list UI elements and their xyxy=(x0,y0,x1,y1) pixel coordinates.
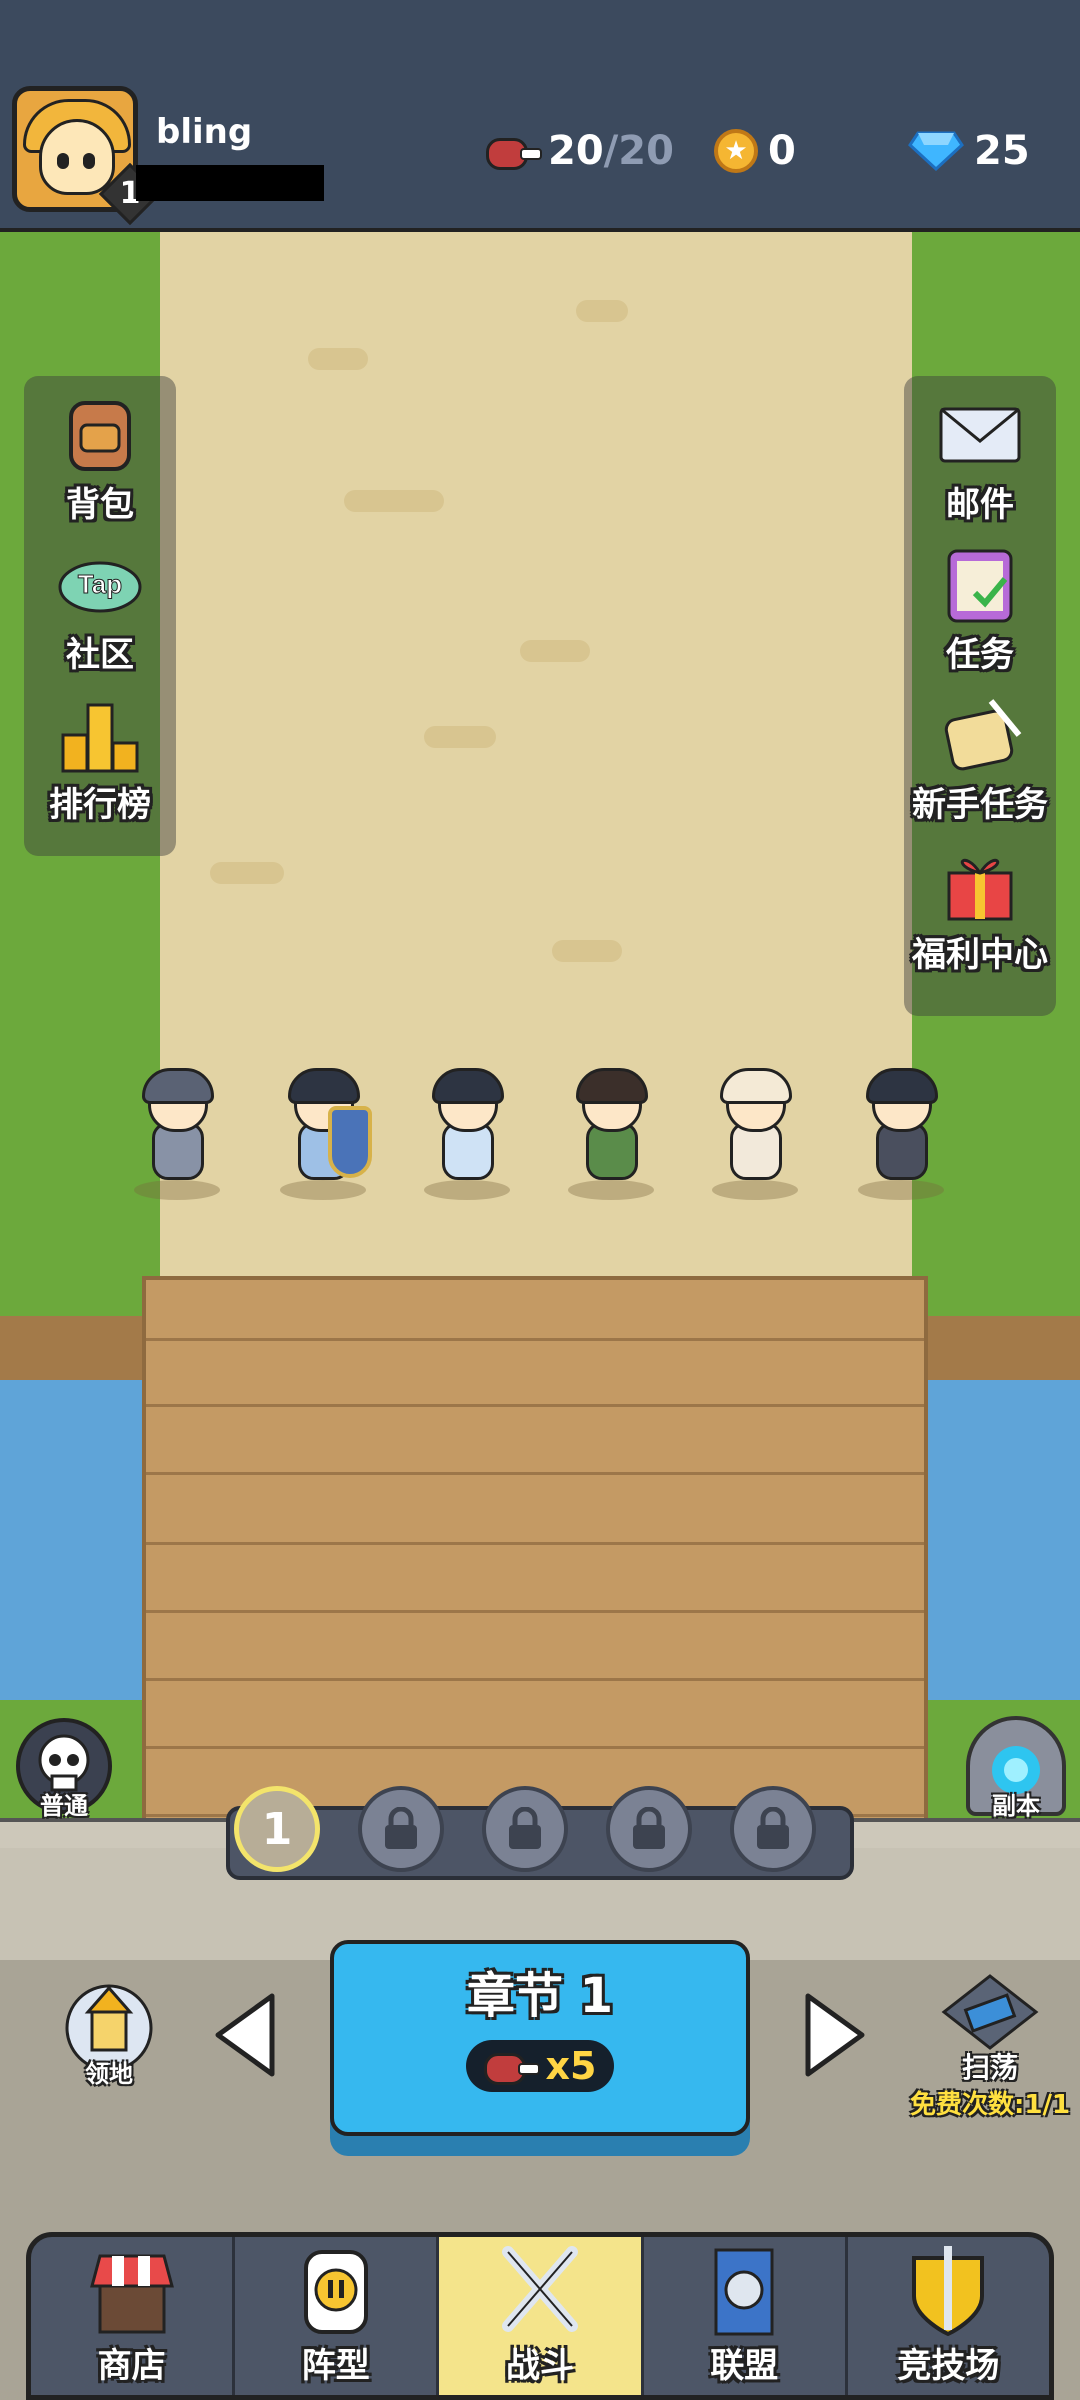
mail-icon xyxy=(939,407,1021,463)
backpack-icon xyxy=(69,401,131,471)
meat-icon xyxy=(483,2051,540,2085)
leaderboard-label: 排行榜 xyxy=(49,785,151,825)
road-bump xyxy=(308,348,368,370)
road-bump xyxy=(210,862,284,884)
next-chapter-button[interactable] xyxy=(800,1990,870,2080)
alliance-banner-icon xyxy=(714,2248,774,2336)
tap-badge-text: Tap xyxy=(78,569,122,599)
tab-formation[interactable]: 阵型 xyxy=(235,2237,440,2395)
lock-icon xyxy=(385,1807,417,1849)
road-bump xyxy=(520,640,590,662)
battle-swords-icon xyxy=(502,2246,578,2332)
arrow-right-icon xyxy=(805,1993,865,2077)
newbie-quest-icon xyxy=(944,699,1022,771)
quest-button[interactable]: 任务 xyxy=(904,526,1056,676)
quest-icon xyxy=(947,549,1013,623)
gem-value: 25 xyxy=(974,128,1030,174)
road-bump xyxy=(344,490,444,512)
newbie-quest-label: 新手任务 xyxy=(912,785,1048,825)
chapter-cost-value: x5 xyxy=(545,2044,597,2088)
arrow-left-icon xyxy=(215,1993,275,2077)
mail-button[interactable]: 邮件 xyxy=(904,376,1056,526)
gem-counter[interactable]: 25 xyxy=(908,128,1030,174)
tab-arena[interactable]: 竞技场 xyxy=(848,2237,1049,2395)
leaderboard-button[interactable]: 排行榜 xyxy=(24,676,176,826)
stamina-max: 20 xyxy=(618,128,674,174)
lock-icon xyxy=(509,1807,541,1849)
stage-node-1[interactable]: 1 xyxy=(234,1786,320,1872)
stage-node-locked[interactable] xyxy=(358,1786,444,1872)
river-bank-left xyxy=(0,1316,144,1380)
meat-icon xyxy=(486,136,542,170)
stamina-current: 20 xyxy=(548,128,604,174)
difficulty-label: 普通 xyxy=(40,1792,88,1820)
lock-icon xyxy=(757,1807,789,1849)
territory-button[interactable]: 领地 xyxy=(54,1980,164,2090)
dungeon-label: 副本 xyxy=(992,1792,1040,1820)
stage-node-locked[interactable] xyxy=(482,1786,568,1872)
stage-number: 1 xyxy=(261,1803,293,1855)
road-bump xyxy=(552,940,622,962)
hero-swordsman[interactable] xyxy=(846,1060,956,1200)
stage-node-locked[interactable] xyxy=(730,1786,816,1872)
coin-counter[interactable]: ★ 0 xyxy=(714,128,796,174)
road-bump xyxy=(576,300,628,322)
diamond-icon xyxy=(908,131,964,171)
formation-icon xyxy=(303,2250,368,2334)
coin-value: 0 xyxy=(768,128,796,174)
star-coin-icon: ★ xyxy=(714,129,758,173)
hero-cleric[interactable] xyxy=(412,1060,522,1200)
tab-battle-label: 战斗 xyxy=(506,2346,574,2386)
leaderboard-icon xyxy=(61,703,139,773)
road-bump xyxy=(424,726,496,748)
tap-community-icon: Tap xyxy=(58,561,142,613)
wooden-bridge xyxy=(142,1276,928,1856)
stamina-separator: / xyxy=(603,128,619,174)
tab-shop[interactable]: 商店 xyxy=(31,2237,236,2395)
bottom-nav: 商店 阵型 战斗 联盟 竞技场 xyxy=(26,2232,1054,2400)
right-menu-panel: 邮件 任务 新手任务 福利中心 xyxy=(904,376,1056,1016)
stamina-counter[interactable]: 20/20 xyxy=(486,128,674,174)
welfare-center-button[interactable]: 福利中心 xyxy=(904,826,1056,976)
hero-hammer-knight[interactable] xyxy=(122,1060,232,1200)
player-name: bling xyxy=(156,112,253,152)
welfare-center-label: 福利中心 xyxy=(912,935,1048,975)
quest-label: 任务 xyxy=(946,635,1014,675)
tab-alliance-label: 联盟 xyxy=(710,2346,779,2386)
hero-druid[interactable] xyxy=(700,1060,810,1200)
hero-beast-warrior[interactable] xyxy=(556,1060,666,1200)
community-button[interactable]: Tap 社区 xyxy=(24,526,176,676)
newbie-quest-button[interactable]: 新手任务 xyxy=(904,676,1056,826)
gift-icon xyxy=(947,858,1013,921)
sweep-free-count: 免费次数:1/1 xyxy=(910,2090,1071,2120)
stage-node-locked[interactable] xyxy=(606,1786,692,1872)
chapter-cost: x5 xyxy=(466,2040,614,2092)
arena-shield-icon xyxy=(912,2246,985,2336)
river-right xyxy=(928,1380,1080,1700)
community-label: 社区 xyxy=(66,635,134,675)
lock-icon xyxy=(633,1807,665,1849)
tab-battle[interactable]: 战斗 xyxy=(439,2237,644,2395)
tab-formation-label: 阵型 xyxy=(301,2346,370,2386)
backpack-label: 背包 xyxy=(66,485,134,525)
hero-shield-guard[interactable] xyxy=(268,1060,378,1200)
previous-chapter-button[interactable] xyxy=(210,1990,280,2080)
left-menu-panel: 背包 Tap 社区 排行榜 xyxy=(24,376,176,856)
player-name-redaction xyxy=(136,165,324,201)
tab-arena-label: 竞技场 xyxy=(897,2346,1000,2386)
backpack-button[interactable]: 背包 xyxy=(24,376,176,526)
shop-icon xyxy=(89,2254,174,2334)
mail-label: 邮件 xyxy=(946,485,1014,525)
tab-alliance[interactable]: 联盟 xyxy=(644,2237,848,2395)
chapter-title: 章节 1 xyxy=(466,1968,614,2024)
river-bank-right xyxy=(928,1316,1080,1380)
river-left xyxy=(0,1380,144,1700)
tab-shop-label: 商店 xyxy=(97,2346,166,2386)
